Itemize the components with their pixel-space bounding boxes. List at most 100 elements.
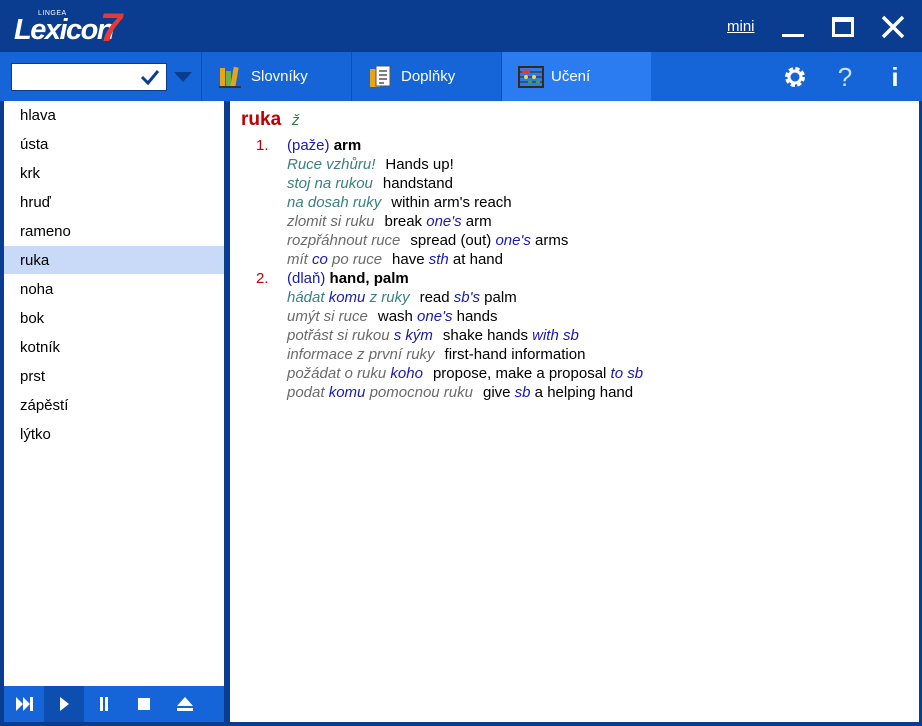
example-row: rozpřáhnout ruce spread (out) one's arms bbox=[287, 232, 568, 249]
sense-heading: (dlaň) hand, palm bbox=[287, 270, 409, 287]
play-icon bbox=[60, 697, 69, 711]
example-row: Ruce vzhůru! Hands up! bbox=[287, 156, 454, 173]
example-row: stoj na rukou handstand bbox=[287, 175, 453, 192]
phrase-part: pomocnou ruku bbox=[365, 384, 473, 401]
phrase-part: to sb bbox=[610, 365, 644, 382]
gender-label: ž bbox=[292, 112, 300, 129]
phrase-part: z ruky bbox=[365, 289, 410, 306]
example-row: umýt si ruce wash one's hands bbox=[287, 308, 497, 325]
eject-button[interactable] bbox=[164, 686, 204, 722]
sense-note: (paže) bbox=[287, 137, 330, 154]
tab-slovniky[interactable]: Slovníky bbox=[201, 52, 351, 101]
phrase-part: mít bbox=[287, 251, 312, 268]
document-icon bbox=[368, 65, 392, 94]
phrase-part: shake hands bbox=[442, 327, 533, 344]
list-item[interactable]: kotník bbox=[4, 333, 224, 361]
list-item[interactable]: krk bbox=[4, 159, 224, 187]
skip-icon bbox=[16, 697, 33, 711]
phrase-part: at hand bbox=[448, 251, 503, 268]
phrase-part: koho bbox=[390, 365, 423, 382]
phrase-part: hádat bbox=[287, 289, 329, 306]
list-item-label: zápěstí bbox=[20, 397, 69, 414]
phrase-part: give bbox=[482, 384, 515, 401]
title-bar: LINGEA Lexicon 7 mini bbox=[0, 0, 922, 52]
phrase-part: palm bbox=[480, 289, 517, 306]
minimize-button[interactable] bbox=[778, 12, 808, 42]
phrase-part: a helping hand bbox=[530, 384, 634, 401]
tab-doplnky[interactable]: Doplňky bbox=[351, 52, 501, 101]
list-item[interactable]: hlava bbox=[4, 101, 224, 129]
search-box[interactable] bbox=[11, 63, 167, 91]
search-input[interactable] bbox=[16, 67, 136, 87]
list-item-label: hruď bbox=[20, 194, 51, 211]
list-item[interactable]: lýtko bbox=[4, 420, 224, 448]
tab-doplnky-label: Doplňky bbox=[401, 68, 456, 85]
list-item-label: ústa bbox=[20, 136, 49, 153]
eject-icon bbox=[177, 697, 193, 711]
stop-button[interactable] bbox=[124, 686, 164, 722]
mini-mode-button[interactable]: mini bbox=[727, 18, 755, 35]
pause-icon bbox=[100, 697, 108, 711]
play-button[interactable] bbox=[44, 686, 84, 722]
list-item-label: noha bbox=[20, 281, 54, 298]
example-row: zlomit si ruku break one's arm bbox=[287, 213, 492, 230]
list-item-label: hlava bbox=[20, 107, 56, 124]
list-item-label: rameno bbox=[20, 223, 71, 240]
help-icon[interactable]: ? bbox=[832, 64, 858, 90]
skip-button[interactable] bbox=[4, 686, 44, 722]
example-row: požádat o ruku koho propose, make a propo… bbox=[287, 365, 643, 382]
maximize-button[interactable] bbox=[828, 12, 858, 42]
list-item-label: lýtko bbox=[20, 426, 51, 443]
list-item[interactable]: prst bbox=[4, 362, 224, 390]
sense-number: 2. bbox=[256, 270, 269, 287]
sense-note: (dlaň) bbox=[287, 270, 326, 287]
phrase-part: podat bbox=[287, 384, 329, 401]
minimize-icon bbox=[782, 34, 804, 37]
sense-number: 1. bbox=[256, 137, 269, 154]
list-item[interactable]: rameno bbox=[4, 217, 224, 245]
phrase-part: potřást si rukou bbox=[287, 327, 394, 344]
list-item[interactable]: zápěstí bbox=[4, 391, 224, 419]
example-row: potřást si rukou s kým shake hands with s… bbox=[287, 327, 579, 344]
phrase-part: sth bbox=[428, 251, 449, 268]
list-item-label: bok bbox=[20, 310, 45, 327]
list-item[interactable]: noha bbox=[4, 275, 224, 303]
list-item-label: kotník bbox=[20, 339, 61, 356]
list-item[interactable]: ústa bbox=[4, 130, 224, 158]
tab-uceni[interactable]: Učení bbox=[501, 52, 651, 101]
phrase-part: zlomit si ruku bbox=[287, 213, 375, 230]
phrase-part: sb bbox=[514, 384, 531, 401]
phrase-part: informace z první ruky bbox=[287, 346, 435, 363]
phrase-part: one's bbox=[495, 232, 531, 249]
chevron-down-icon[interactable] bbox=[173, 70, 193, 88]
close-icon bbox=[881, 15, 905, 39]
close-button[interactable] bbox=[878, 12, 908, 42]
phrase-part: komu bbox=[328, 384, 366, 401]
gear-icon[interactable] bbox=[782, 64, 808, 90]
phrase-part: arm bbox=[461, 213, 492, 230]
logo-brand-name: Lexicon bbox=[14, 14, 115, 46]
sense-heading: (paže) arm bbox=[287, 137, 361, 154]
phrase-part: propose, make a proposal bbox=[432, 365, 611, 382]
list-item[interactable]: hruď bbox=[4, 188, 224, 216]
tab-slovniky-label: Slovníky bbox=[251, 68, 308, 85]
phrase-part: arms bbox=[530, 232, 569, 249]
info-icon[interactable]: i bbox=[882, 64, 908, 90]
phrase-part: co bbox=[312, 251, 328, 268]
entry-pane: ruka ž 1. (paže) arm Ruce vzhůru! Hands up!… bbox=[230, 101, 919, 722]
example-row: podat komu pomocnou ruku give sb a helpin… bbox=[287, 384, 633, 401]
sense-translation: arm bbox=[333, 137, 362, 154]
maximize-icon bbox=[832, 17, 854, 37]
phrase-part: wash bbox=[377, 308, 418, 325]
phrase-part: one's bbox=[426, 213, 462, 230]
list-item[interactable]: ruka bbox=[4, 246, 224, 274]
phrase-part: within arm's reach bbox=[391, 194, 512, 211]
list-item[interactable]: bok bbox=[4, 304, 224, 332]
example-row: na dosah ruky within arm's reach bbox=[287, 194, 512, 211]
pause-button[interactable] bbox=[84, 686, 124, 722]
phrase-part: one's bbox=[417, 308, 453, 325]
phrase-part: s kým bbox=[393, 327, 433, 344]
checkmark-icon[interactable] bbox=[140, 68, 160, 91]
phrase-part: Ruce vzhůru! bbox=[287, 156, 376, 173]
phrase-part: spread (out) bbox=[410, 232, 496, 249]
